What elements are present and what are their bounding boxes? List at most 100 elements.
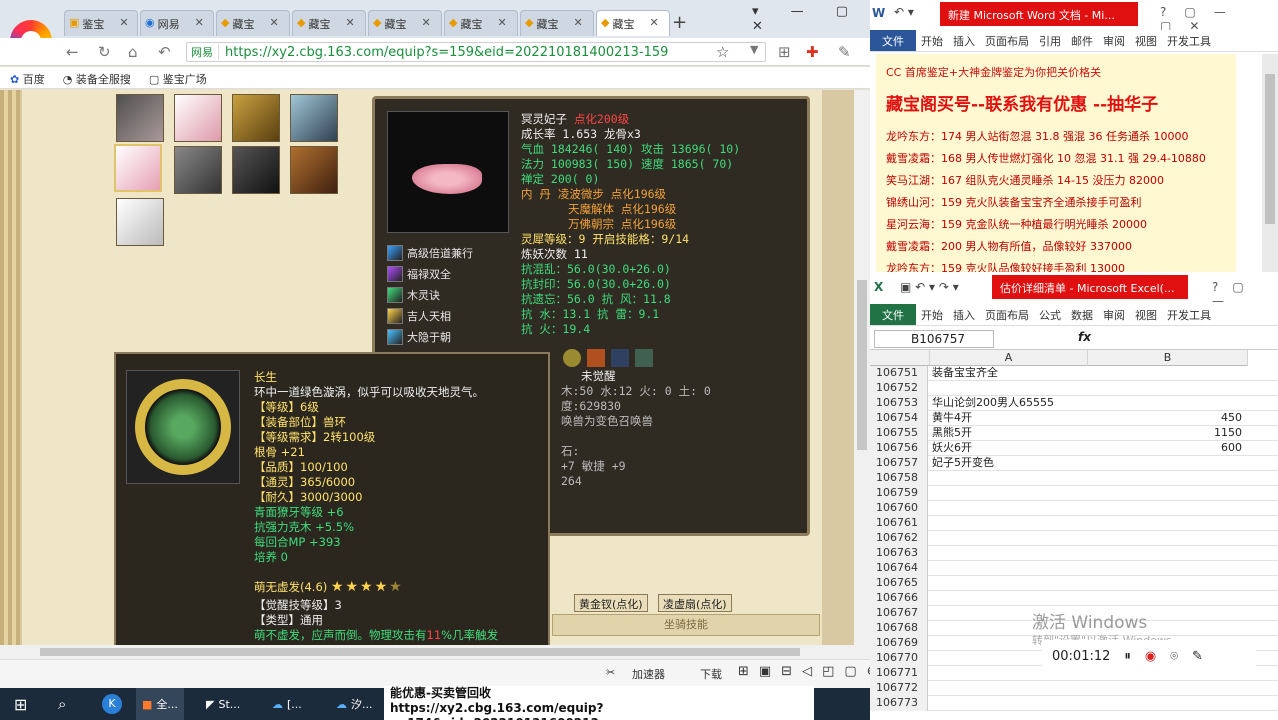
grid-icon[interactable]: ⊞ <box>778 43 791 61</box>
pet-thumb[interactable] <box>116 198 164 246</box>
home-icon[interactable]: ⌂ <box>128 43 138 61</box>
taskbar-item[interactable]: ☁ [... <box>266 688 308 720</box>
reload-icon[interactable]: ↻ <box>98 43 111 61</box>
ribbon-tab[interactable]: 开始 <box>916 304 948 325</box>
ribbon-tab[interactable]: 引用 <box>1034 30 1066 51</box>
horizontal-scrollbar[interactable] <box>0 645 870 659</box>
row-number[interactable]: 106771 <box>870 666 928 681</box>
pause-icon[interactable]: ⏸ <box>1124 649 1131 664</box>
ribbon-tab[interactable]: 插入 <box>948 30 980 51</box>
table-row[interactable]: 106772 <box>870 681 1278 696</box>
equip-icon[interactable] <box>587 349 605 367</box>
ribbon-tab[interactable]: 开始 <box>916 30 948 51</box>
taskbar-item[interactable]: ■ 全... <box>136 688 184 720</box>
cell-a[interactable]: 黑熊5开 <box>932 426 1088 440</box>
skill-item[interactable]: 吉人天相 <box>387 305 507 326</box>
close-icon[interactable]: ✕ <box>269 16 278 36</box>
table-row[interactable]: 106758 <box>870 471 1278 486</box>
close-icon[interactable]: ✕ <box>119 16 128 36</box>
download-button[interactable]: 下载 <box>700 666 722 682</box>
row-number[interactable]: 106755 <box>870 426 928 441</box>
ribbon-tab[interactable]: 开发工具 <box>1162 30 1216 51</box>
pet-thumb[interactable] <box>290 94 338 142</box>
row-number[interactable]: 106766 <box>870 591 928 606</box>
table-row[interactable]: 106751 装备宝宝齐全 <box>870 366 1278 381</box>
accelerator-button[interactable]: 加速器 <box>632 666 665 682</box>
stop-record-icon[interactable]: ◉ <box>1145 649 1156 664</box>
tab-2[interactable]: ◉ 网易 ✕ <box>140 10 214 36</box>
new-tab-button[interactable]: + <box>672 12 687 33</box>
fx-icon[interactable]: fx <box>1078 330 1091 344</box>
tab-8-active[interactable]: ◆ 藏宝 ✕ <box>596 10 670 36</box>
row-number[interactable]: 106772 <box>870 681 928 696</box>
ribbon-tab[interactable]: 视图 <box>1130 304 1162 325</box>
search-icon[interactable]: ⌕ <box>52 688 72 720</box>
riding-skill-tab[interactable]: 坐骑技能 <box>552 614 820 636</box>
close-icon[interactable]: ✕ <box>195 16 204 36</box>
pet-thumb[interactable] <box>290 146 338 194</box>
undo-close-icon[interactable]: ↶ <box>158 43 171 61</box>
scissors-icon[interactable]: ✂ <box>606 666 615 679</box>
table-row[interactable]: 106766 <box>870 591 1278 606</box>
row-number[interactable]: 106767 <box>870 606 928 621</box>
row-number[interactable]: 106770 <box>870 651 928 666</box>
row-number[interactable]: 106758 <box>870 471 928 486</box>
ribbon-tab[interactable]: 公式 <box>1034 304 1066 325</box>
row-number[interactable]: 106773 <box>870 696 928 711</box>
close-icon[interactable]: ✕ <box>497 16 506 36</box>
pet-thumb-selected[interactable] <box>114 144 162 192</box>
file-menu[interactable]: 文件 <box>870 304 916 325</box>
skill-item[interactable]: 木灵诀 <box>387 284 507 305</box>
address-bar[interactable]: 网易 https://xy2.cbg.163.com/equip?s=159&e… <box>186 42 766 62</box>
word-document[interactable]: CC 首席鉴定+大神金牌鉴定为你把关价格关 藏宝阁买号--联系我有优惠 --抽华… <box>876 54 1236 275</box>
windows-start-icon[interactable]: ⊞ <box>8 688 33 720</box>
game-icon[interactable]: ✚ <box>806 43 819 61</box>
row-number[interactable]: 106763 <box>870 546 928 561</box>
taskbar-item[interactable]: ☁ 汐... <box>330 688 379 720</box>
ribbon-tab[interactable]: 数据 <box>1066 304 1098 325</box>
word-window-controls[interactable]: ?▢—▢✕ <box>1160 5 1278 33</box>
camera-icon[interactable]: ⌾ <box>1170 649 1178 664</box>
column-header-a[interactable]: A <box>930 350 1088 366</box>
bookmark-square[interactable]: ▢ 鉴宝广场 <box>149 71 207 88</box>
chevron-down-icon[interactable]: ▼ <box>750 43 758 56</box>
row-number[interactable]: 106754 <box>870 411 928 426</box>
ribbon-tab[interactable]: 插入 <box>948 304 980 325</box>
table-row[interactable]: 106764 <box>870 561 1278 576</box>
back-icon[interactable]: ← <box>66 43 79 61</box>
row-number[interactable]: 106760 <box>870 501 928 516</box>
tab-equip-1[interactable]: 黄金钗(点化) <box>574 594 648 612</box>
row-number[interactable]: 106764 <box>870 561 928 576</box>
table-row[interactable]: 106760 <box>870 501 1278 516</box>
tab-1[interactable]: ▣ 鉴宝 ✕ <box>64 10 138 36</box>
tab-equip-2[interactable]: 凌虚扇(点化) <box>658 594 732 612</box>
table-row[interactable]: 106752 <box>870 381 1278 396</box>
row-number[interactable]: 106761 <box>870 516 928 531</box>
table-row[interactable]: 106755 黑熊5开 1150 <box>870 426 1278 441</box>
close-icon[interactable]: ✕ <box>345 16 354 36</box>
table-row[interactable]: 106763 <box>870 546 1278 561</box>
app-k-icon[interactable]: K <box>96 688 128 720</box>
cell-b[interactable]: 450 <box>1090 411 1246 425</box>
row-number[interactable]: 106765 <box>870 576 928 591</box>
table-row[interactable]: 106757 妃子5开变色 <box>870 456 1278 471</box>
equip-icon[interactable] <box>611 349 629 367</box>
file-menu[interactable]: 文件 <box>870 30 916 51</box>
row-number[interactable]: 106762 <box>870 531 928 546</box>
ribbon-tab[interactable]: 邮件 <box>1066 30 1098 51</box>
table-row[interactable]: 106753 华山论剑200男人65555 <box>870 396 1278 411</box>
vertical-scrollbar[interactable] <box>854 90 870 645</box>
row-number[interactable]: 106768 <box>870 621 928 636</box>
table-row[interactable]: 106759 <box>870 486 1278 501</box>
row-number[interactable]: 106753 <box>870 396 928 411</box>
taskbar-item[interactable]: ◤ St... <box>200 688 246 720</box>
close-icon[interactable]: ✕ <box>649 16 658 36</box>
cell-b[interactable]: 1150 <box>1090 426 1246 440</box>
tab-4[interactable]: ◆ 藏宝 ✕ <box>292 10 366 36</box>
ring-icon[interactable] <box>563 349 581 367</box>
ribbon-tab[interactable]: 页面布局 <box>980 30 1034 51</box>
corner-cell[interactable] <box>870 350 930 366</box>
tab-3[interactable]: ◆ 藏宝 ✕ <box>216 10 290 36</box>
column-header-b[interactable]: B <box>1088 350 1248 366</box>
row-number[interactable]: 106769 <box>870 636 928 651</box>
